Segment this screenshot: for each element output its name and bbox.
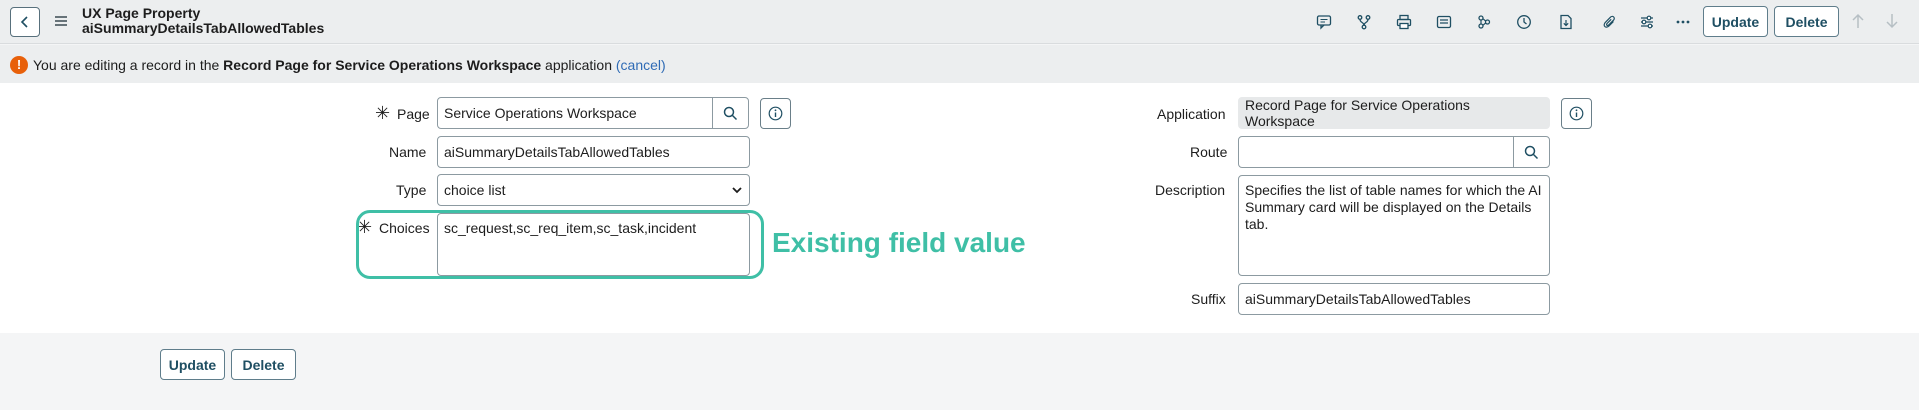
page-label: Page — [397, 106, 430, 122]
previous-record-arrow-up-icon[interactable] — [1851, 13, 1865, 29]
scope-info-bar: ! You are editing a record in the Record… — [0, 45, 1919, 83]
page-preview-button[interactable] — [760, 98, 791, 129]
scope-message: You are editing a record in the Record P… — [33, 57, 666, 73]
exclamation-warning-icon: ! — [10, 56, 28, 74]
type-selected-value: choice list — [444, 182, 506, 198]
hamburger-menu-icon[interactable] — [54, 14, 68, 28]
page-reference-field[interactable]: Service Operations Workspace — [437, 97, 713, 129]
header-update-button[interactable]: Update — [1703, 6, 1768, 37]
next-record-arrow-down-icon[interactable] — [1885, 13, 1899, 29]
search-icon — [1524, 145, 1539, 159]
export-document-icon[interactable] — [1556, 12, 1576, 32]
type-label: Type — [396, 182, 427, 198]
name-value: aiSummaryDetailsTabAllowedTables — [444, 144, 670, 160]
print-icon[interactable] — [1394, 12, 1414, 32]
chevron-down-icon — [732, 187, 742, 194]
application-readonly-field: Record Page for Service Operations Works… — [1238, 97, 1550, 129]
record-type-title: UX Page Property — [82, 5, 201, 21]
page-lookup-button[interactable] — [712, 97, 749, 129]
back-button[interactable] — [10, 7, 40, 37]
application-preview-button[interactable] — [1561, 98, 1592, 129]
comment-icon[interactable] — [1314, 12, 1334, 32]
form-layout-icon[interactable] — [1434, 12, 1454, 32]
name-input[interactable]: aiSummaryDetailsTabAllowedTables — [437, 136, 750, 168]
description-textarea[interactable]: Specifies the list of table names for wh… — [1238, 175, 1550, 276]
description-value: Specifies the list of table names for wh… — [1245, 182, 1542, 232]
application-value: Record Page for Service Operations Works… — [1245, 97, 1470, 129]
record-name-title: aiSummaryDetailsTabAllowedTables — [82, 20, 325, 36]
footer-update-button[interactable]: Update — [160, 349, 225, 380]
suffix-value: aiSummaryDetailsTabAllowedTables — [1245, 291, 1471, 307]
page-value: Service Operations Workspace — [444, 105, 637, 121]
route-reference-field[interactable] — [1238, 136, 1514, 168]
header-delete-button[interactable]: Delete — [1774, 6, 1839, 37]
scope-app-name: Record Page for Service Operations Works… — [223, 57, 542, 73]
branch-icon[interactable] — [1354, 12, 1374, 32]
info-circle-icon — [768, 106, 783, 121]
suffix-input[interactable]: aiSummaryDetailsTabAllowedTables — [1238, 283, 1550, 315]
page-required-marker: ✳ — [375, 103, 391, 123]
scope-message-prefix: You are editing a record in the — [33, 57, 224, 73]
more-options-icon[interactable] — [1673, 12, 1693, 32]
scope-message-suffix: application — [541, 57, 616, 73]
route-label: Route — [1190, 144, 1228, 160]
chevron-left-icon — [20, 16, 28, 28]
dependency-icon[interactable] — [1474, 12, 1494, 32]
application-label: Application — [1157, 106, 1226, 122]
existing-value-annotation: Existing field value — [772, 227, 1026, 258]
suffix-label: Suffix — [1191, 291, 1226, 307]
record-form — [0, 83, 1919, 333]
footer-delete-button[interactable]: Delete — [231, 349, 296, 380]
description-label: Description — [1155, 182, 1226, 198]
info-circle-icon — [1569, 106, 1584, 121]
cancel-link[interactable]: (cancel) — [616, 57, 666, 73]
attachment-paperclip-icon[interactable] — [1600, 12, 1620, 32]
type-select[interactable]: choice list — [437, 174, 750, 206]
name-label: Name — [389, 144, 427, 160]
route-lookup-button[interactable] — [1513, 136, 1550, 168]
history-clock-icon[interactable] — [1514, 12, 1534, 32]
record-title: UX Page Property aiSummaryDetailsTabAllo… — [82, 6, 324, 36]
form-header: UX Page Property aiSummaryDetailsTabAllo… — [0, 0, 1919, 44]
search-icon — [723, 106, 738, 120]
settings-sliders-icon[interactable] — [1637, 12, 1657, 32]
existing-value-highlight — [356, 210, 764, 279]
